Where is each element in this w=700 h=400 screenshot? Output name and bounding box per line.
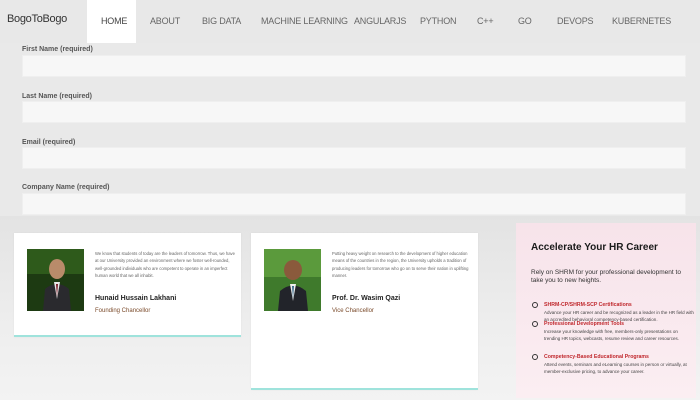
ad-item-educational-programs-text: Attend events, seminars and eLearning co… <box>544 362 687 374</box>
ad-item-educational-programs-heading: Competency-Based Educational Programs <box>544 354 649 360</box>
check-circle-icon <box>532 354 538 360</box>
founding-chancellor-photo <box>27 249 84 311</box>
founding-chancellor-quote: We know that students of today are the l… <box>95 251 235 279</box>
first-name-field[interactable] <box>22 55 686 77</box>
ad-item-certifications-heading: SHRM-CP/SHRM-SCP Certifications <box>544 302 632 308</box>
company-name-field[interactable] <box>22 193 686 215</box>
ad-title: Accelerate Your HR Career <box>531 242 658 253</box>
vice-chancellor-name: Prof. Dr. Wasim Qazi <box>332 295 401 302</box>
email-field[interactable] <box>22 147 686 169</box>
nav-item-machine-learning[interactable]: MACHINE LEARNING <box>261 16 348 26</box>
ad-subtitle: Rely on SHRM for your professional devel… <box>531 269 681 284</box>
nav-item-kubernetes[interactable]: KUBERNETES <box>612 16 671 26</box>
top-nav: BogoToBogo HOME ABOUT BIG DATA MACHINE L… <box>0 0 700 43</box>
vice-chancellor-quote: Putting heavy weight on research to the … <box>332 251 469 279</box>
email-label: Email (required) <box>22 139 76 146</box>
nav-item-home[interactable]: HOME <box>101 16 127 26</box>
nav-item-cpp[interactable]: C++ <box>477 16 494 26</box>
founding-chancellor-role: Founding Chancellor <box>95 308 151 314</box>
testimonial-card-founding-chancellor: We know that students of today are the l… <box>14 233 241 337</box>
nav-item-big-data[interactable]: BIG DATA <box>202 16 241 26</box>
testimonial-card-vice-chancellor: Putting heavy weight on research to the … <box>251 233 478 390</box>
ad-item-development-tools-heading: Professional Development Tools <box>544 321 625 327</box>
last-name-label: Last Name (required) <box>22 93 93 100</box>
check-circle-icon <box>532 302 538 308</box>
shrm-advertisement[interactable]: Accelerate Your HR Career Rely on SHRM f… <box>516 223 696 398</box>
last-name-field[interactable] <box>22 101 686 123</box>
nav-item-about[interactable]: ABOUT <box>150 16 180 26</box>
nav-item-devops[interactable]: DEVOPS <box>557 16 594 26</box>
ad-item-development-tools-text: Increase your knowledge with free, membe… <box>544 329 680 341</box>
nav-item-go[interactable]: GO <box>518 16 532 26</box>
check-circle-icon <box>532 321 538 327</box>
brand-logo[interactable]: BogoToBogo <box>7 13 67 25</box>
founding-chancellor-name: Hunaid Hussain Lakhani <box>95 295 177 302</box>
first-name-label: First Name (required) <box>22 46 93 53</box>
nav-item-python[interactable]: PYTHON <box>420 16 457 26</box>
company-name-label: Company Name (required) <box>22 184 110 191</box>
vice-chancellor-photo <box>264 249 321 311</box>
nav-item-angularjs[interactable]: ANGULARJS <box>354 16 406 26</box>
vice-chancellor-role: Vice Chancellor <box>332 308 374 314</box>
